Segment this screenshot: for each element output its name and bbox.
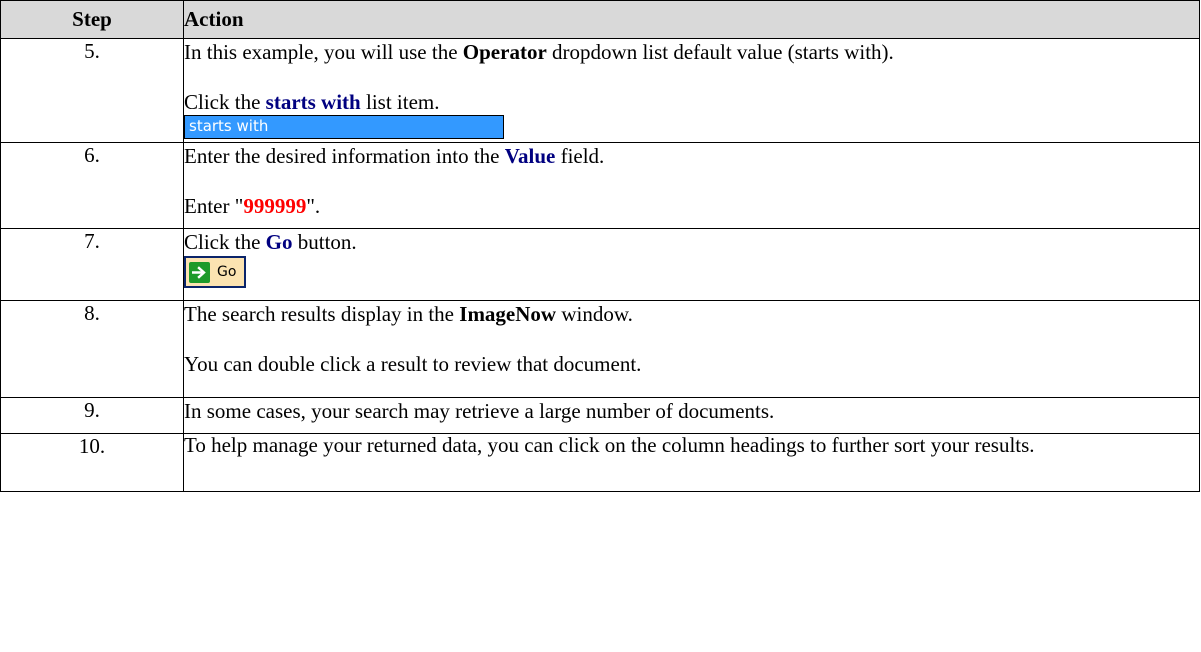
arrow-right-icon [189,261,210,283]
instruction-text: Click the starts with list item. [184,89,1199,115]
table-header-row: Step Action [0,0,1200,39]
starts-with-term: starts with [265,90,361,114]
operator-term: Operator [462,40,547,64]
text-segment: window. [556,302,633,326]
action-cell: In this example, you will use the Operat… [183,38,1200,143]
step-number: 10. [0,433,184,492]
table-row: 5. In this example, you will use the Ope… [0,38,1200,143]
instruction-text: In some cases, your search may retrieve … [184,399,775,423]
text-segment: dropdown list default value (starts with… [546,40,894,64]
text-segment: Click the [184,230,266,254]
starts-with-list-item[interactable]: starts with [184,115,504,139]
step-number: 5. [0,38,184,143]
action-cell: To help manage your returned data, you c… [183,433,1200,492]
step-column-header: Step [0,0,184,39]
action-cell: In some cases, your search may retrieve … [183,397,1200,434]
instruction-text: You can double click a result to review … [184,352,642,376]
text-segment: ". [306,194,321,218]
text-segment: In this example, you will use the [184,40,463,64]
starts-with-list-item-label: starts with [189,117,269,135]
instruction-text: Click the Go button. [184,229,1199,255]
action-cell: Enter the desired information into the V… [183,142,1200,229]
entry-value: 999999 [243,194,307,218]
steps-table: Step Action 5. In this example, you will… [0,0,1200,492]
instruction-text: Enter the desired information into the V… [184,143,1199,169]
value-term: Value [504,144,556,168]
table-row: 8. The search results display in the Ima… [0,300,1200,398]
step-number: 8. [0,300,184,398]
action-cell: The search results display in the ImageN… [183,300,1200,398]
text-segment: field. [555,144,605,168]
text-segment: The search results display in the [184,302,460,326]
go-button-label: Go [217,264,237,280]
table-row: 7. Click the Go button. Go [0,228,1200,301]
text-segment: Click the [184,90,266,114]
instruction-text: In this example, you will use the Operat… [184,39,1199,65]
table-row: 9. In some cases, your search may retrie… [0,397,1200,434]
step-number: 6. [0,142,184,229]
text-segment: Enter " [184,194,244,218]
table-row: 10. To help manage your returned data, y… [0,433,1200,492]
go-term: Go [265,230,293,254]
action-column-header: Action [183,0,1200,39]
go-button[interactable]: Go [184,256,247,288]
text-segment: button. [292,230,357,254]
text-segment: Enter the desired information into the [184,144,505,168]
action-cell: Click the Go button. Go [183,228,1200,301]
instruction-text: The search results display in the ImageN… [184,301,1199,327]
step-number: 7. [0,228,184,301]
step-number: 9. [0,397,184,434]
instruction-text: To help manage your returned data, you c… [184,433,1035,457]
imagenow-term: ImageNow [459,302,557,326]
table-row: 6. Enter the desired information into th… [0,142,1200,229]
instruction-text: Enter "999999". [184,193,1199,219]
text-segment: list item. [360,90,440,114]
